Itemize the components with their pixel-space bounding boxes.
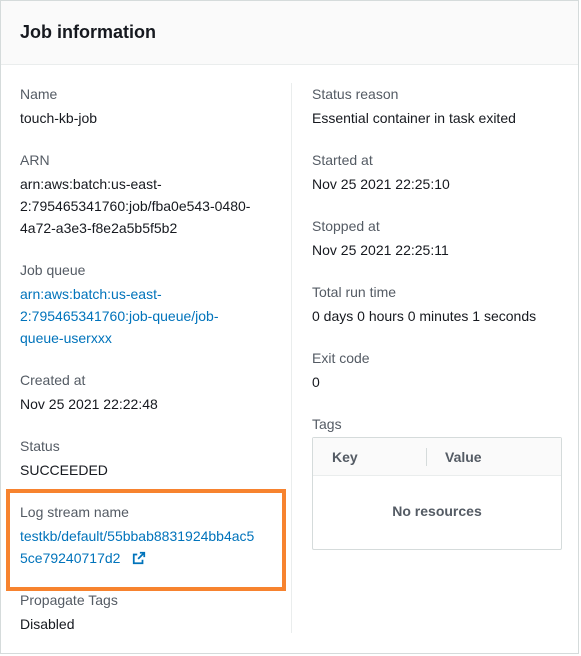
job-queue-line[interactable]: 2:795465341760:job-queue/job-	[20, 305, 280, 327]
tags-column-key[interactable]: Key	[332, 448, 358, 466]
propagate-tags-field: Propagate Tags Disabled	[20, 590, 280, 635]
started-at-field: Started at Nov 25 2021 22:25:10	[312, 150, 572, 195]
job-queue-line[interactable]: queue-userxxx	[20, 327, 280, 349]
started-at-label: Started at	[312, 152, 373, 168]
tags-table: Key Value No resources	[312, 437, 562, 550]
log-stream-line[interactable]: 5ce79240717d2	[20, 550, 120, 566]
name-label: Name	[20, 86, 58, 102]
status-reason-value: Essential container in task exited	[312, 110, 516, 126]
stopped-at-label: Stopped at	[312, 218, 380, 234]
tags-label: Tags	[312, 416, 342, 432]
exit-code-value: 0	[312, 374, 320, 390]
status-value: SUCCEEDED	[20, 462, 108, 478]
tags-table-header: Key Value	[313, 438, 561, 476]
arn-line: 4a72-a3e3-f8e2a5b5f5b2	[20, 220, 178, 236]
stopped-at-value: Nov 25 2021 22:25:11	[312, 242, 449, 258]
arn-field: ARN arn:aws:batch:us-east- 2:79546534176…	[20, 150, 280, 239]
job-information-panel: Job information Name touch-kb-job ARN ar…	[0, 0, 579, 654]
column-separator	[426, 448, 427, 466]
exit-code-label: Exit code	[312, 350, 370, 366]
external-link-icon[interactable]	[132, 551, 146, 565]
log-stream-line-wrap[interactable]: 5ce79240717d2	[20, 547, 282, 569]
job-queue-line[interactable]: arn:aws:batch:us-east-	[20, 283, 280, 305]
job-queue-label: Job queue	[20, 262, 86, 278]
panel-title: Job information	[20, 22, 156, 42]
tags-column-value[interactable]: Value	[445, 448, 482, 466]
panel-header: Job information	[1, 1, 578, 65]
exit-code-field: Exit code 0	[312, 348, 572, 393]
created-at-label: Created at	[20, 372, 86, 388]
status-label: Status	[20, 438, 60, 454]
job-queue-field: Job queue arn:aws:batch:us-east- 2:79546…	[20, 260, 280, 349]
arn-label: ARN	[20, 152, 50, 168]
status-reason-label: Status reason	[312, 86, 399, 102]
propagate-tags-value: Disabled	[20, 616, 75, 632]
job-queue-link[interactable]: arn:aws:batch:us-east- 2:795465341760:jo…	[20, 283, 280, 349]
log-stream-field: Log stream name testkb/default/55bbab883…	[20, 502, 282, 569]
arn-line: 2:795465341760:job/fba0e543-0480-	[20, 198, 251, 214]
status-reason-field: Status reason Essential container in tas…	[312, 84, 572, 129]
log-stream-label: Log stream name	[20, 504, 129, 520]
created-at-value: Nov 25 2021 22:22:48	[20, 396, 158, 412]
arn-value: arn:aws:batch:us-east- 2:795465341760:jo…	[20, 173, 280, 239]
created-at-field: Created at Nov 25 2021 22:22:48	[20, 370, 280, 415]
propagate-tags-label: Propagate Tags	[20, 592, 118, 608]
arn-line: arn:aws:batch:us-east-	[20, 176, 162, 192]
name-value: touch-kb-job	[20, 110, 98, 126]
log-stream-line[interactable]: testkb/default/55bbab8831924bb4ac5	[20, 525, 282, 547]
started-at-value: Nov 25 2021 22:25:10	[312, 176, 450, 192]
column-divider	[291, 83, 292, 633]
total-run-time-field: Total run time 0 days 0 hours 0 minutes …	[312, 282, 572, 327]
total-run-time-value: 0 days 0 hours 0 minutes 1 seconds	[312, 308, 537, 324]
stopped-at-field: Stopped at Nov 25 2021 22:25:11	[312, 216, 572, 261]
log-stream-link[interactable]: testkb/default/55bbab8831924bb4ac5 5ce79…	[20, 525, 282, 569]
name-field: Name touch-kb-job	[20, 84, 280, 129]
status-field: Status SUCCEEDED	[20, 436, 280, 481]
tags-field: Tags	[312, 414, 572, 434]
total-run-time-label: Total run time	[312, 284, 397, 300]
tags-empty-state: No resources	[392, 503, 482, 519]
